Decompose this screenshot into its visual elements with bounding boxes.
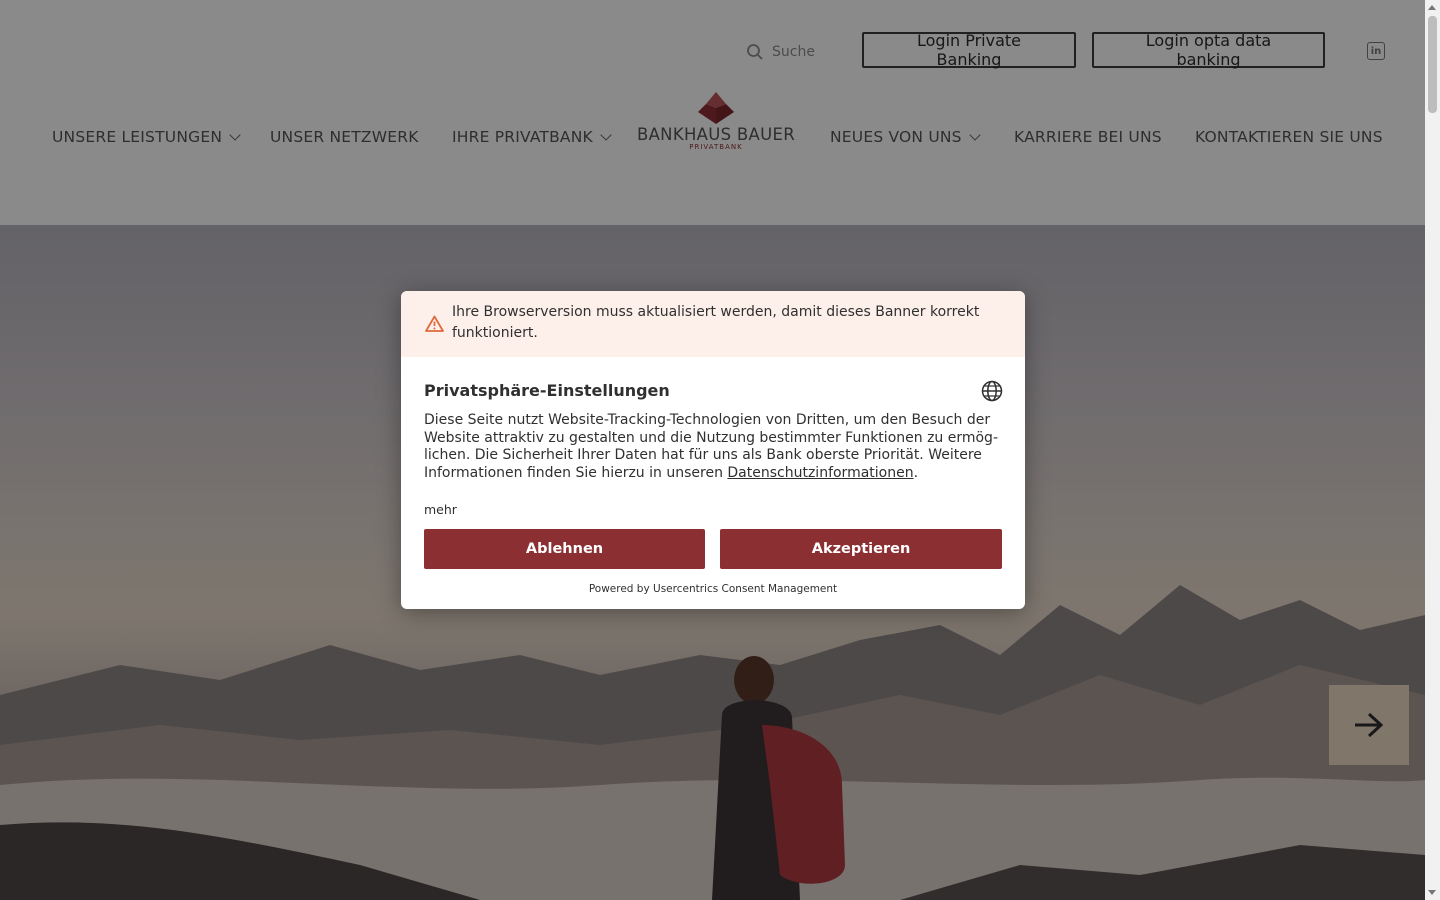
warning-triangle-icon: [425, 315, 444, 332]
browser-warning-banner: Ihre Browserversion muss aktualisiert we…: [401, 291, 1025, 357]
consent-description: Diese Seite nutzt Website-Tracking-Techn…: [424, 412, 1004, 482]
consent-dialog: Ihre Browserversion muss aktualisiert we…: [401, 291, 1025, 609]
powered-by-text: Powered by Usercentrics Consent Manageme…: [588, 583, 838, 595]
reject-button[interactable]: Ablehnen: [424, 529, 705, 569]
privacy-info-link[interactable]: Datenschutzinformationen: [727, 465, 913, 481]
browser-warning-text: Ihre Browserversion muss aktualisiert we…: [452, 304, 980, 341]
scroll-down-arrow-icon[interactable]: [1428, 890, 1436, 895]
scrollbar-thumb[interactable]: [1428, 16, 1437, 113]
more-link[interactable]: mehr: [424, 502, 457, 517]
accept-button[interactable]: Akzeptieren: [720, 529, 1002, 569]
consent-title: Privatsphäre-Einstellungen: [424, 381, 670, 400]
page-scrollbar[interactable]: [1425, 0, 1440, 900]
scroll-up-arrow-icon[interactable]: [1428, 5, 1436, 10]
consent-body-end: .: [913, 464, 919, 481]
language-globe-icon[interactable]: [981, 380, 1003, 402]
